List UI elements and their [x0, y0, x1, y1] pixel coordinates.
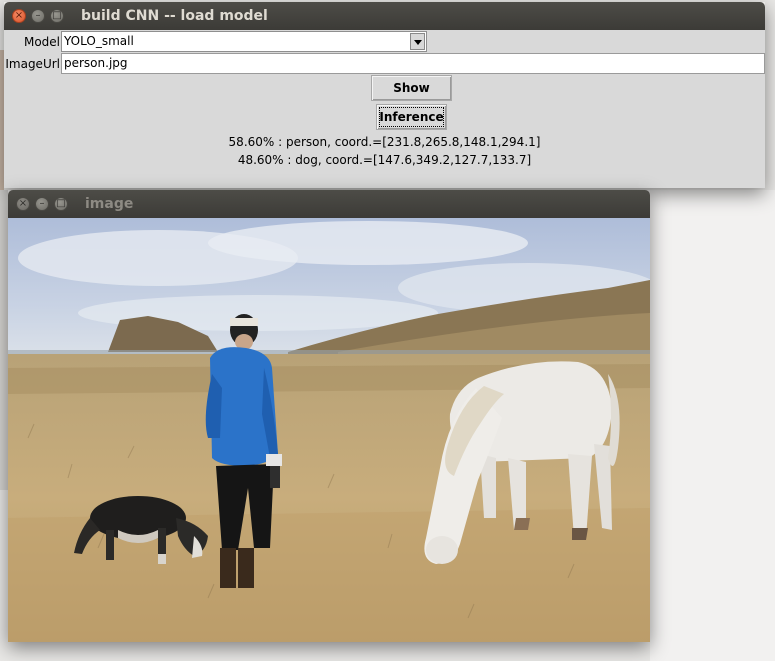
close-icon[interactable]: × — [12, 9, 26, 23]
result-line-dog: 48.60% : dog, coord.=[147.6,349.2,127.7,… — [237, 153, 532, 167]
result-line-person: 58.60% : person, coord.=[231.8,265.8,148… — [228, 135, 541, 149]
maximize-icon[interactable]: □ — [54, 197, 68, 211]
main-window-body: Model YOLO_small ImageUrl person.jpg Sho… — [4, 30, 765, 188]
maximize-icon[interactable]: □ — [50, 9, 64, 23]
minimize-icon[interactable]: – — [31, 9, 45, 23]
image-window-title: image — [85, 196, 134, 212]
image-url-row: ImageUrl person.jpg — [4, 53, 765, 75]
inference-image — [8, 218, 650, 642]
image-url-input[interactable]: person.jpg — [61, 53, 765, 74]
photo-person-dog-horse — [8, 218, 650, 642]
main-window-title: build CNN -- load model — [81, 8, 268, 24]
image-url-value: person.jpg — [64, 56, 128, 70]
minimize-icon[interactable]: – — [35, 197, 49, 211]
image-window: × – □ image — [8, 190, 650, 642]
desktop-area-right — [650, 190, 775, 661]
model-row: Model YOLO_small — [4, 31, 765, 53]
main-window-titlebar[interactable]: × – □ build CNN -- load model — [4, 2, 765, 30]
main-window: × – □ build CNN -- load model Model YOLO… — [4, 2, 765, 188]
model-label: Model — [23, 35, 60, 49]
close-icon[interactable]: × — [16, 197, 30, 211]
desktop: × – □ build CNN -- load model Model YOLO… — [0, 0, 775, 661]
model-select-value: YOLO_small — [64, 34, 134, 48]
chevron-down-icon[interactable] — [410, 33, 425, 50]
model-select[interactable]: YOLO_small — [61, 31, 427, 52]
show-image-button[interactable]: Show Image — [371, 75, 452, 119]
image-window-titlebar[interactable]: × – □ image — [8, 190, 650, 218]
inference-button[interactable]: Inference — [376, 104, 447, 130]
image-url-label: ImageUrl — [5, 57, 60, 71]
background-window-edge — [0, 190, 8, 490]
